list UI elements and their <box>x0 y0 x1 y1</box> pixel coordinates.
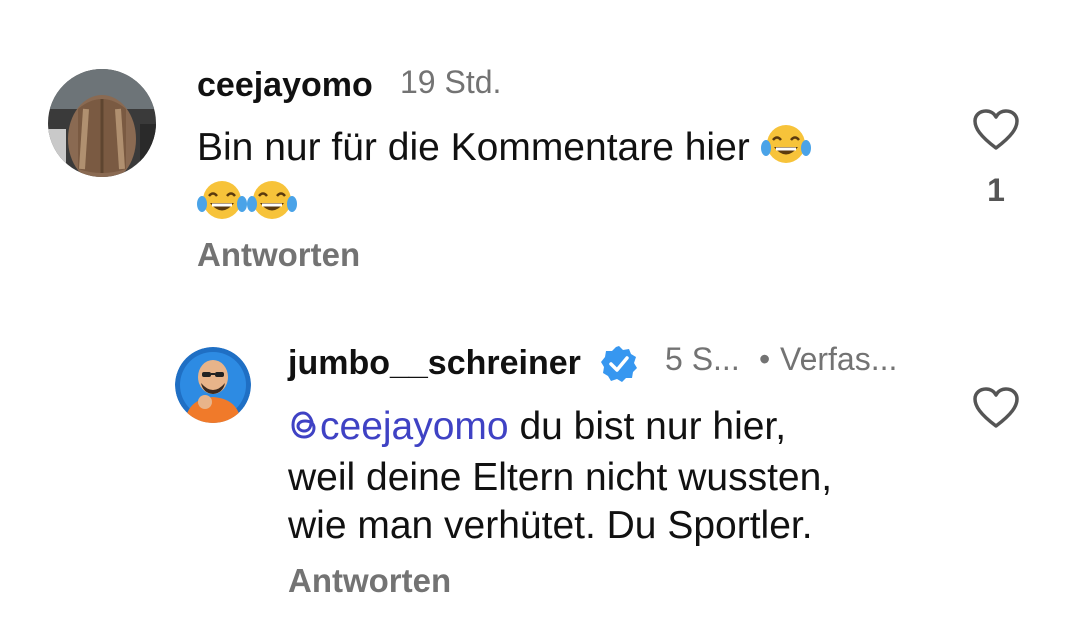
comment-text-line: Bin nur für die Kommentare hier <box>197 126 750 169</box>
reply-text: ceejayomo du bist nur hier, weil deine E… <box>288 403 988 550</box>
face-with-tears-of-joy-icon <box>197 178 247 234</box>
comment-username[interactable]: ceejayomo <box>197 66 373 105</box>
reply-button[interactable]: Antworten <box>288 562 451 600</box>
reply-username[interactable]: jumbo__schreiner <box>288 344 581 383</box>
heart-icon[interactable] <box>972 108 1020 157</box>
like-count: 1 <box>987 172 1005 208</box>
comment-timestamp: 19 Std. <box>400 64 502 100</box>
reply-text-line: wie man verhütet. Du Sportler. <box>288 504 813 547</box>
face-with-tears-of-joy-icon <box>760 122 811 178</box>
meta-separator: • <box>759 341 771 377</box>
mention-text: ceejayomo <box>320 405 509 448</box>
author-label: Verfas... <box>780 341 898 377</box>
heart-icon[interactable] <box>972 386 1020 435</box>
reply-timestamp: 5 S... <box>665 341 740 377</box>
mention-link[interactable]: ceejayomo <box>288 405 509 448</box>
threads-icon <box>288 406 320 454</box>
verified-badge-icon <box>599 344 639 389</box>
reply-text-line: du bist nur hier, <box>508 405 787 448</box>
avatar[interactable] <box>175 347 251 423</box>
face-with-tears-of-joy-icon <box>247 178 297 234</box>
reply-text-line: weil deine Eltern nicht wussten, <box>288 456 833 499</box>
comment-text: Bin nur für die Kommentare hier <box>197 122 897 234</box>
avatar[interactable] <box>48 69 156 177</box>
reply-button[interactable]: Antworten <box>197 236 360 274</box>
